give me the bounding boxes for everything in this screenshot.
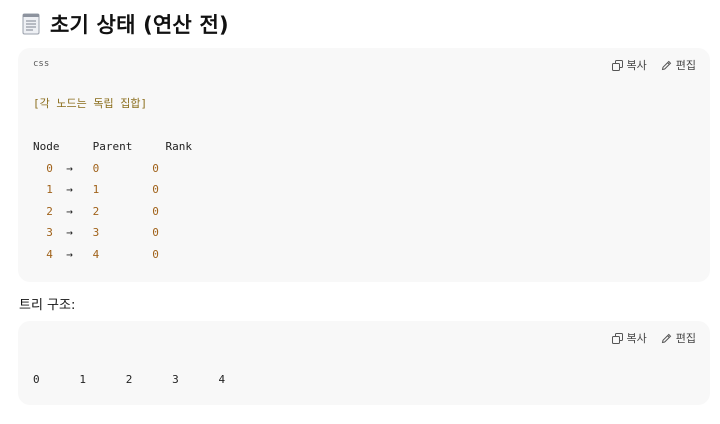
- tree-node: 2: [125, 373, 133, 386]
- page-title: 초기 상태 (연산 전): [50, 13, 229, 37]
- code-content: [각 노드는 독립 집합] Node Parent Rank 0 → 0 0 1…: [33, 93, 192, 265]
- table-header-parent: Parent: [92, 140, 133, 153]
- parent-value: 2: [92, 204, 100, 218]
- node-value: 3: [46, 226, 53, 239]
- node-value: 4: [46, 247, 53, 261]
- parent-value: 1: [92, 183, 100, 196]
- rank-value: 0: [152, 226, 159, 239]
- rank-value: 0: [152, 183, 159, 196]
- arrow-glyph: →: [66, 161, 73, 175]
- edit-button-label: 편집: [675, 332, 696, 345]
- memo-icon: [22, 13, 40, 35]
- code-block-tree-structure: 복사 편집 0 1 2 3 4: [18, 321, 710, 405]
- parent-value: 0: [92, 161, 100, 175]
- node-value: 0: [46, 161, 53, 175]
- copy-button-label: 복사: [626, 59, 647, 72]
- edit-button[interactable]: 편집: [661, 57, 696, 73]
- rank-value: 0: [152, 204, 159, 218]
- edit-button[interactable]: 편집: [661, 330, 696, 346]
- arrow-glyph: →: [66, 183, 73, 196]
- tree-node: 1: [79, 373, 86, 386]
- edit-icon: [661, 60, 671, 70]
- copy-button-label: 복사: [626, 332, 647, 345]
- parent-value: 4: [92, 247, 100, 261]
- node-value: 2: [46, 204, 53, 218]
- code-block-actions: 복사 편집: [611, 330, 696, 346]
- tree-code-content: 0 1 2 3 4: [33, 369, 225, 391]
- copy-button[interactable]: 복사: [611, 330, 647, 346]
- code-comment: [각 노드는 독립 집합]: [33, 97, 148, 110]
- tree-node: 3: [172, 373, 179, 386]
- copy-icon: [611, 332, 623, 344]
- arrow-glyph: →: [66, 247, 73, 261]
- arrow-glyph: →: [66, 204, 73, 218]
- copy-icon: [611, 59, 623, 71]
- page-heading: 초기 상태 (연산 전): [22, 8, 229, 40]
- code-block-initial-state: css 복사 편집 [각 노드는 독립 집합] Node Parent Rank…: [18, 48, 710, 282]
- tree-node: 4: [218, 373, 226, 386]
- parent-value: 3: [92, 226, 100, 239]
- edit-icon: [661, 333, 671, 343]
- table-header-rank: Rank: [165, 140, 193, 153]
- node-value: 1: [46, 183, 53, 196]
- rank-value: 0: [152, 161, 159, 175]
- code-language-label: css: [33, 59, 50, 69]
- tree-node: 0: [33, 373, 40, 386]
- code-block-actions: 복사 편집: [611, 57, 696, 73]
- copy-button[interactable]: 복사: [611, 57, 647, 73]
- rank-value: 0: [152, 247, 159, 261]
- edit-button-label: 편집: [675, 59, 696, 72]
- table-header-node: Node: [33, 140, 60, 153]
- tree-structure-label: 트리 구조:: [19, 298, 76, 313]
- arrow-glyph: →: [66, 226, 73, 239]
